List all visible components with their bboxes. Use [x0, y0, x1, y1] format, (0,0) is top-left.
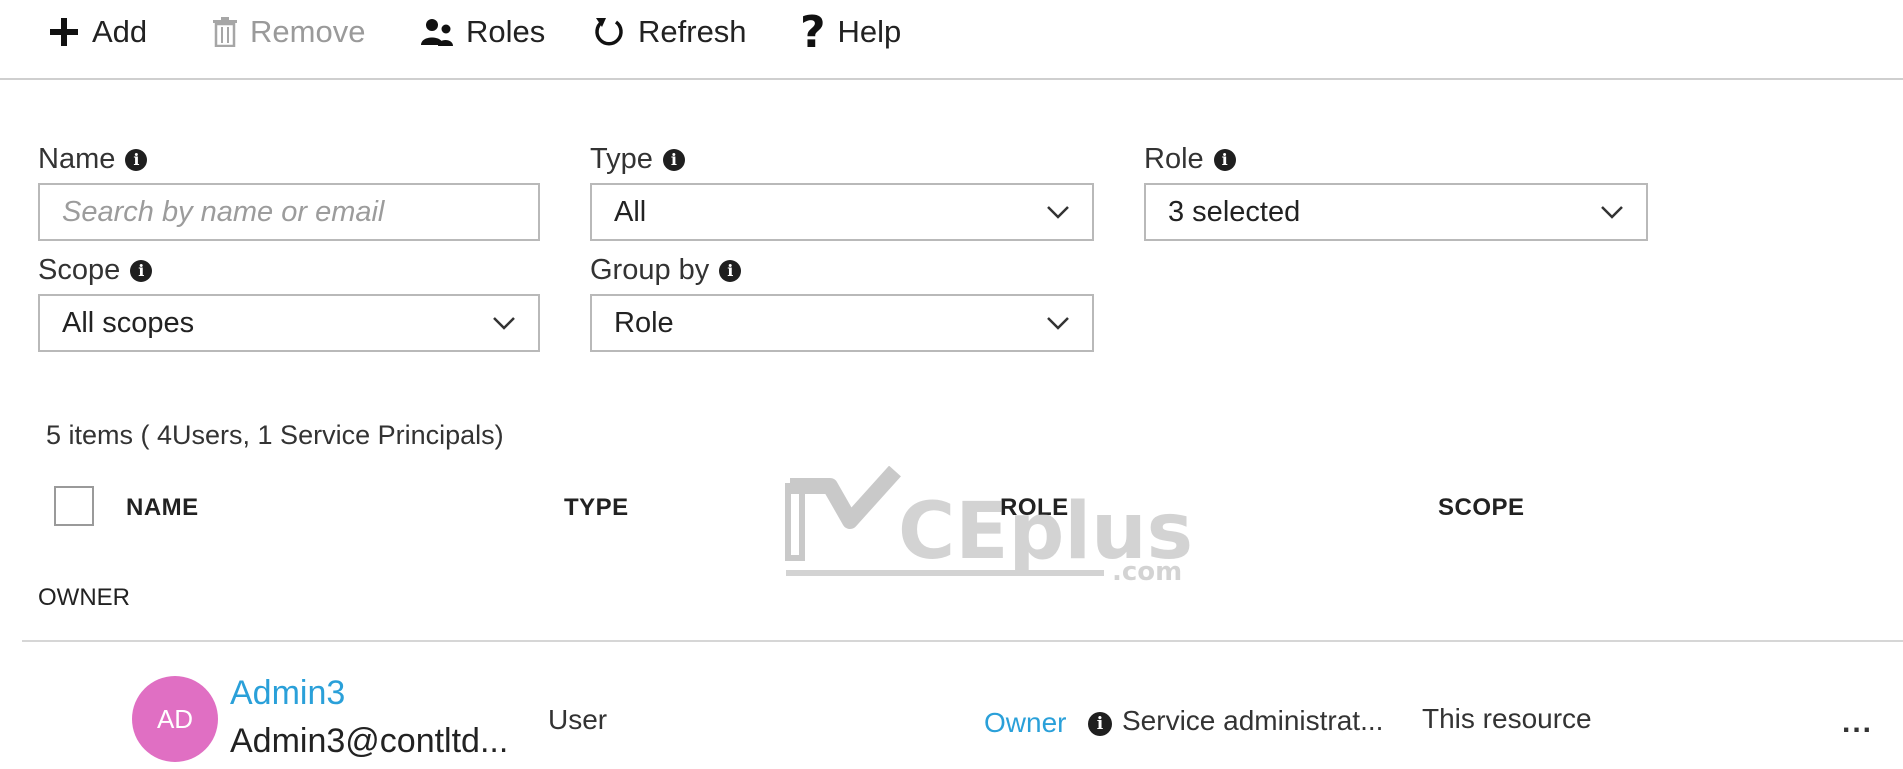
- more-options-button[interactable]: ...: [1842, 706, 1873, 740]
- refresh-button[interactable]: Refresh: [592, 10, 747, 54]
- column-header-role[interactable]: ROLE: [1000, 494, 1069, 522]
- group-header-owner: OWNER: [38, 584, 130, 611]
- scope-label-text: Scope: [38, 254, 121, 286]
- add-label: Add: [92, 14, 148, 49]
- info-icon[interactable]: i: [130, 259, 153, 282]
- name-search-field[interactable]: [38, 183, 540, 241]
- chevron-down-icon: [1047, 206, 1069, 219]
- roles-label: Roles: [466, 14, 546, 49]
- help-button[interactable]: ? Help: [800, 7, 902, 58]
- avatar-initials: AD: [156, 703, 194, 734]
- role-description: Service administrat...: [1122, 705, 1384, 736]
- user-email: Admin3@contltd...: [230, 722, 509, 760]
- type-dropdown[interactable]: All: [590, 183, 1094, 241]
- role-link[interactable]: Owner: [984, 707, 1066, 739]
- groupby-dropdown-value: Role: [614, 306, 674, 339]
- column-header-name[interactable]: NAME: [126, 494, 199, 522]
- name-label-text: Name: [38, 143, 116, 175]
- question-mark-icon: ?: [800, 6, 826, 58]
- avatar: AD: [132, 676, 218, 762]
- user-name-link[interactable]: Admin3: [230, 674, 345, 713]
- command-bar: Add Remove Roles Refresh ? Help: [0, 0, 1903, 80]
- scope-value: This resource: [1422, 703, 1592, 734]
- groupby-label-text: Group by: [590, 254, 710, 286]
- name-search-input[interactable]: [62, 195, 516, 229]
- watermark-logo: CEplus .com: [780, 465, 1200, 601]
- divider: [22, 640, 1903, 642]
- role-label-text: Role: [1144, 143, 1204, 175]
- role-filter-label: Role i: [1144, 143, 1236, 176]
- info-icon[interactable]: i: [662, 148, 685, 171]
- trash-icon: [212, 17, 238, 47]
- items-summary: 5 items ( 4Users, 1 Service Principals): [46, 420, 504, 450]
- chevron-down-icon: [493, 317, 515, 330]
- name-filter-label: Name i: [38, 143, 148, 176]
- type-filter-label: Type i: [590, 143, 685, 176]
- add-button[interactable]: Add: [48, 10, 147, 54]
- chevron-down-icon: [1047, 317, 1069, 330]
- select-all-checkbox[interactable]: [54, 486, 94, 526]
- scope-filter-label: Scope i: [38, 254, 153, 287]
- chevron-down-icon: [1601, 206, 1623, 219]
- type-label-text: Type: [590, 143, 653, 175]
- info-icon[interactable]: i: [125, 148, 148, 171]
- info-icon[interactable]: i: [1213, 148, 1236, 171]
- column-header-type[interactable]: TYPE: [564, 494, 629, 522]
- user-type: User: [548, 704, 608, 735]
- scope-dropdown-value: All scopes: [62, 306, 195, 339]
- info-icon[interactable]: i: [719, 259, 742, 282]
- help-label: Help: [837, 14, 902, 49]
- info-icon[interactable]: i: [1088, 712, 1112, 736]
- roles-button[interactable]: Roles: [420, 10, 545, 54]
- groupby-dropdown[interactable]: Role: [590, 294, 1094, 352]
- groupby-filter-label: Group by i: [590, 254, 742, 287]
- scope-dropdown[interactable]: All scopes: [38, 294, 540, 352]
- refresh-label: Refresh: [638, 14, 747, 49]
- role-dropdown[interactable]: 3 selected: [1144, 183, 1648, 241]
- type-dropdown-value: All: [614, 195, 647, 228]
- watermark-suffix: .com: [1112, 557, 1182, 587]
- refresh-icon: [592, 15, 626, 49]
- remove-label: Remove: [250, 14, 366, 49]
- plus-icon: [48, 16, 80, 48]
- people-roles-icon: [420, 17, 454, 47]
- column-header-scope[interactable]: SCOPE: [1438, 494, 1525, 522]
- remove-button[interactable]: Remove: [212, 10, 365, 54]
- role-dropdown-value: 3 selected: [1168, 195, 1301, 228]
